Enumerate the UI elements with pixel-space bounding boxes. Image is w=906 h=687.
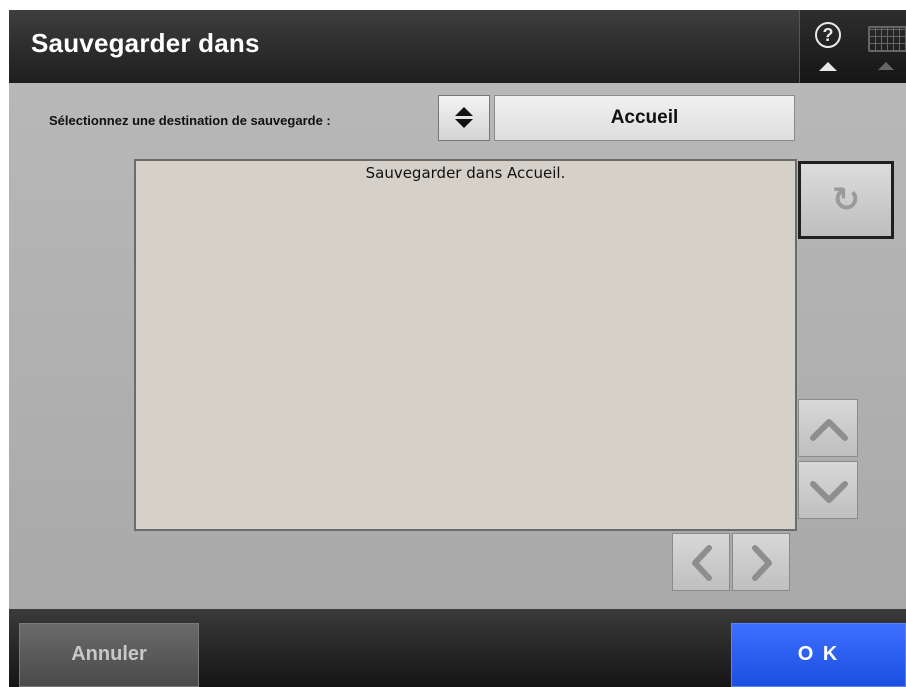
page-left-button[interactable]	[672, 533, 730, 591]
triangle-up-icon	[878, 62, 894, 70]
keyboard-icon	[868, 26, 906, 52]
triangle-up-icon	[819, 62, 837, 71]
destination-selector-button[interactable]	[438, 95, 490, 141]
dialog-title: Sauvegarder dans	[31, 28, 260, 58]
question-icon: ?	[815, 22, 841, 48]
save-to-dialog: Sauvegarder dans ? Sélectionnez une dest…	[9, 10, 906, 687]
refresh-button[interactable]: ↻	[798, 161, 894, 239]
cancel-button[interactable]: Annuler	[19, 623, 199, 687]
help-button[interactable]: ?	[799, 10, 857, 83]
scroll-up-button[interactable]	[798, 399, 858, 457]
chevron-up-icon	[810, 419, 848, 441]
chevron-down-icon	[810, 481, 848, 503]
triangle-up-icon	[455, 107, 473, 116]
refresh-icon: ↻	[831, 180, 861, 220]
scroll-down-button[interactable]	[798, 461, 858, 519]
chevron-right-icon	[752, 545, 772, 581]
bottom-bar: Annuler O K	[9, 609, 906, 687]
chevron-left-icon	[692, 545, 712, 581]
main-content: Sélectionnez une destination de sauvegar…	[9, 83, 906, 609]
triangle-down-icon	[455, 119, 473, 128]
ok-button[interactable]: O K	[731, 623, 906, 687]
destination-value[interactable]: Accueil	[494, 95, 795, 141]
page-right-button[interactable]	[732, 533, 790, 591]
keyboard-button[interactable]	[856, 10, 906, 83]
destination-label: Sélectionnez une destination de sauvegar…	[49, 113, 331, 128]
title-bar: Sauvegarder dans ?	[9, 10, 906, 83]
folder-list-message: Sauvegarder dans Accueil.	[365, 164, 566, 182]
folder-list[interactable]: Sauvegarder dans Accueil.	[134, 159, 797, 531]
